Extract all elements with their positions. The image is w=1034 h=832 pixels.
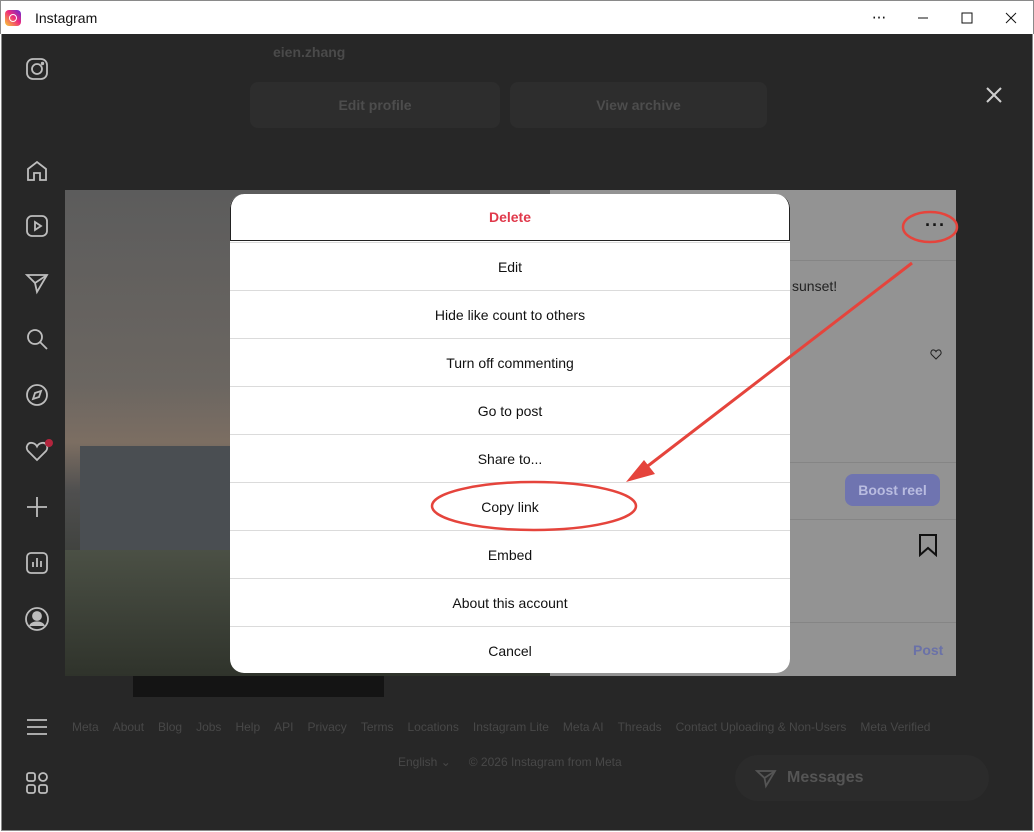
explore-icon[interactable]: [24, 382, 50, 408]
copyright-text: © 2026 Instagram from Meta: [468, 755, 622, 769]
heart-icon[interactable]: [24, 438, 53, 464]
close-icon: [1005, 12, 1017, 24]
share-to-option[interactable]: Share to...: [230, 434, 790, 482]
footer-link[interactable]: Meta Verified: [860, 720, 930, 734]
footer-links: Meta About Blog Jobs Help API Privacy Te…: [72, 720, 930, 734]
go-to-post-option[interactable]: Go to post: [230, 386, 790, 434]
notification-dot: [45, 439, 53, 447]
maximize-icon: [961, 12, 973, 24]
bookmark-icon[interactable]: [918, 533, 938, 557]
window-more-button[interactable]: ···: [857, 1, 901, 35]
post-more-options-button[interactable]: ···: [925, 216, 946, 234]
footer-link[interactable]: About: [113, 720, 144, 734]
footer-link[interactable]: Locations: [407, 720, 458, 734]
close-icon: [986, 87, 1002, 103]
window-title: Instagram: [35, 9, 98, 26]
turn-off-commenting-option[interactable]: Turn off commenting: [230, 338, 790, 386]
profile-icon[interactable]: [24, 606, 50, 632]
direct-icon: [755, 770, 777, 789]
direct-icon[interactable]: [24, 270, 50, 296]
home-icon[interactable]: [24, 158, 50, 184]
minimize-button[interactable]: [901, 1, 945, 35]
footer-link[interactable]: Blog: [158, 720, 182, 734]
close-post-button[interactable]: [984, 85, 1004, 105]
post-caption: l sunset!: [785, 278, 838, 294]
reels-icon[interactable]: [24, 213, 50, 239]
footer-link[interactable]: Instagram Lite: [473, 720, 549, 734]
footer-link[interactable]: Meta AI: [563, 720, 604, 734]
language-selector[interactable]: English ⌄: [398, 755, 451, 769]
comment-like-icon[interactable]: [930, 348, 942, 360]
delete-option[interactable]: Delete: [230, 194, 790, 241]
post-comment-button[interactable]: Post: [913, 642, 943, 658]
maximize-button[interactable]: [945, 1, 989, 35]
edit-option[interactable]: Edit: [230, 242, 790, 290]
window-controls: ···: [857, 1, 1033, 35]
edit-profile-button[interactable]: Edit profile: [250, 82, 500, 128]
embed-option[interactable]: Embed: [230, 530, 790, 578]
boost-reel-button[interactable]: Boost reel: [845, 474, 940, 506]
cancel-option[interactable]: Cancel: [230, 626, 790, 673]
window-titlebar: Instagram ···: [0, 0, 1034, 34]
below-image-bar: [133, 676, 384, 697]
messages-button[interactable]: Messages: [735, 755, 989, 801]
hide-like-count-option[interactable]: Hide like count to others: [230, 290, 790, 338]
footer-link[interactable]: API: [274, 720, 293, 734]
footer-link[interactable]: Contact Uploading & Non-Users: [676, 720, 847, 734]
view-archive-button[interactable]: View archive: [510, 82, 767, 128]
more-apps-icon[interactable]: [24, 770, 50, 796]
instagram-app-icon: [5, 9, 21, 26]
insights-icon[interactable]: [24, 550, 50, 576]
footer-link[interactable]: Privacy: [307, 720, 346, 734]
footer-link[interactable]: Terms: [361, 720, 394, 734]
search-icon[interactable]: [24, 326, 50, 352]
footer-link[interactable]: Help: [235, 720, 260, 734]
create-icon[interactable]: [24, 494, 50, 520]
about-account-option[interactable]: About this account: [230, 578, 790, 626]
close-window-button[interactable]: [989, 1, 1033, 35]
menu-icon[interactable]: [24, 714, 50, 740]
instagram-icon[interactable]: [24, 56, 50, 82]
minimize-icon: [918, 17, 928, 19]
post-options-dialog: Delete Edit Hide like count to others Tu…: [230, 194, 790, 673]
footer-link[interactable]: Meta: [72, 720, 99, 734]
footer-link[interactable]: Jobs: [196, 720, 221, 734]
messages-label: Messages: [787, 769, 864, 786]
footer-bottom: English ⌄ © 2026 Instagram from Meta: [398, 755, 622, 769]
copy-link-option[interactable]: Copy link: [230, 482, 790, 530]
footer-link[interactable]: Threads: [618, 720, 662, 734]
profile-username: eien.zhang: [273, 44, 346, 60]
